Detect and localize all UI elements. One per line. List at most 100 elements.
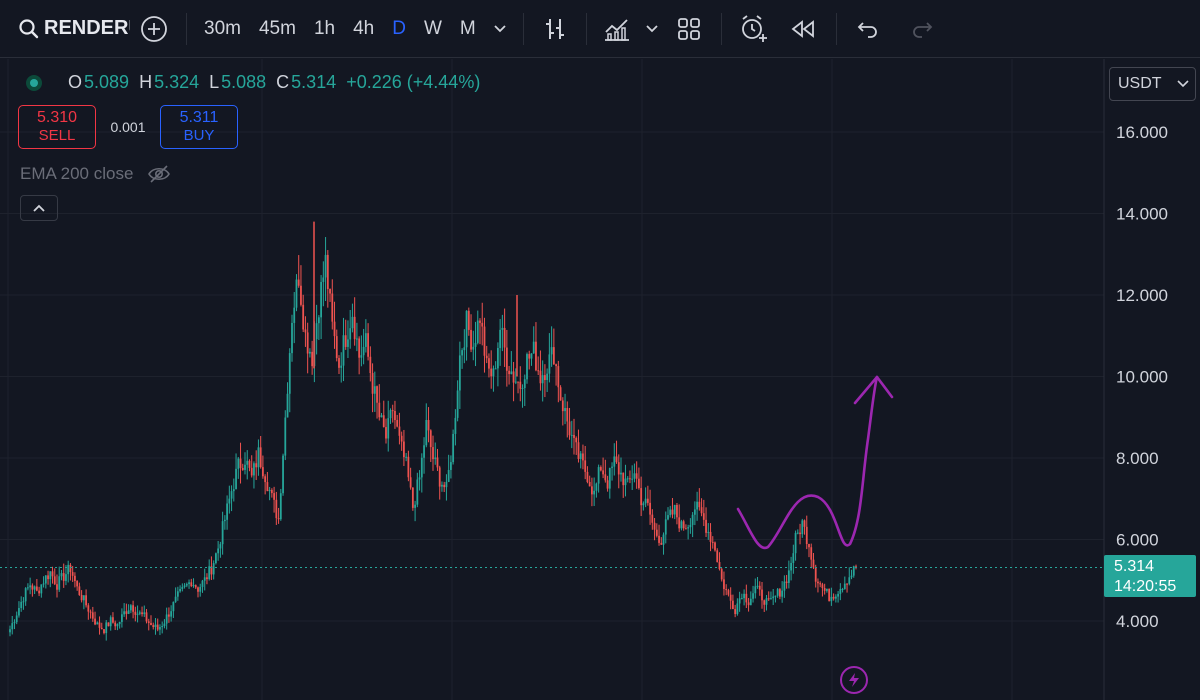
candle-body [492,368,495,377]
candle-body [693,509,696,515]
candle-body [834,596,837,599]
sell-button[interactable]: 5.310 SELL [18,105,96,149]
candle-body [709,531,712,542]
candle-body [172,601,175,612]
buy-button[interactable]: 5.311 BUY [160,105,238,149]
candle-body [465,310,468,348]
candle-body [638,478,640,489]
candle-body [13,622,16,624]
spread-value: 0.001 [110,119,146,135]
toolbar-divider [186,12,187,45]
candle-body [606,480,609,489]
candle-body [71,572,74,576]
candle-body [302,304,305,330]
candle-body [67,564,70,575]
candle-body [617,462,620,475]
redo-button[interactable] [891,9,953,49]
indicators-dropdown[interactable] [639,9,665,49]
flash-button[interactable] [840,666,868,694]
candle-body [514,381,517,383]
candle-body [340,365,343,368]
candle-body [602,470,604,475]
timeframe-1h[interactable]: 1h [305,9,344,49]
collapse-legend-button[interactable] [20,195,58,221]
bar-countdown: 14:20:55 [1114,578,1177,595]
candle-body [494,368,497,370]
candle-body [445,481,448,488]
candle-body [830,596,833,602]
add-symbol-button[interactable] [130,9,178,49]
candle-body [232,489,235,492]
layout-button[interactable] [665,9,713,49]
candle-body [658,535,660,543]
alert-button[interactable] [730,9,778,49]
candle-body [454,417,457,434]
candle-body [479,320,481,323]
indicators-button[interactable] [595,9,639,49]
redo-icon [912,21,932,38]
candle-body [89,611,92,613]
timeframe-4h[interactable]: 4h [344,9,383,49]
candle-body [613,456,616,467]
candle-body [626,478,629,480]
candle-body [35,586,38,591]
candle-body [467,310,470,330]
candle-body [253,463,255,476]
candle-body [700,507,703,514]
candle-body [20,601,23,609]
timeframe-d[interactable]: D [383,9,415,49]
timeframe-30m[interactable]: 30m [195,9,250,49]
ema-indicator[interactable]: EMA 200 close [20,164,171,184]
candle-body [141,612,143,615]
candle-body [268,489,271,492]
symbol-search[interactable]: RENDERU [0,17,130,40]
candle-body [561,400,564,412]
candle-body [411,487,414,508]
price-axis-label: 12.000 [1116,286,1168,305]
candle-body [376,386,378,403]
candle-body [223,519,226,522]
timeframe-m[interactable]: M [451,9,485,49]
candle-body [168,614,170,617]
open-value: 5.089 [84,72,130,92]
plus-circle-icon [141,15,167,42]
chart-grid [0,59,1105,700]
candle-body [241,467,244,470]
candle-body [734,609,737,615]
candle-body [805,526,808,545]
candle-body [91,612,94,619]
candle-body [523,379,526,389]
candle-body [349,328,352,340]
candle-body [385,427,387,439]
candle-body [566,408,569,422]
candle-body [369,356,372,374]
candle-body [333,321,336,337]
price-chart[interactable]: 16.000 14.000 12.000 10.000 8.000 6.000 4.000 [0,59,1200,700]
price-axis-label: 4.000 [1116,612,1159,631]
candle-body [185,584,188,586]
candle-body [179,588,181,592]
timeframe-dropdown[interactable] [485,9,515,49]
candle-body [295,279,298,308]
price-axis-label: 8.000 [1116,449,1159,468]
eye-off-icon[interactable] [147,164,171,184]
candle-body [456,390,459,418]
replay-button[interactable] [778,9,828,49]
bar-style-button[interactable] [532,9,578,49]
timeframe-45m[interactable]: 45m [250,9,305,49]
candle-body [51,571,54,577]
undo-button[interactable] [845,9,891,49]
candle-body [591,486,593,495]
candle-body [801,520,804,535]
candle-body [749,598,752,606]
candle-body [96,622,99,625]
currency-select[interactable]: USDT [1109,67,1196,101]
candle-body [378,402,381,418]
candle-body [237,458,240,469]
candle-body [217,548,220,554]
candle-body [828,588,831,602]
low-label: L [209,72,220,92]
candle-body [680,521,683,529]
candle-body [488,358,490,369]
timeframe-w[interactable]: W [415,9,451,49]
